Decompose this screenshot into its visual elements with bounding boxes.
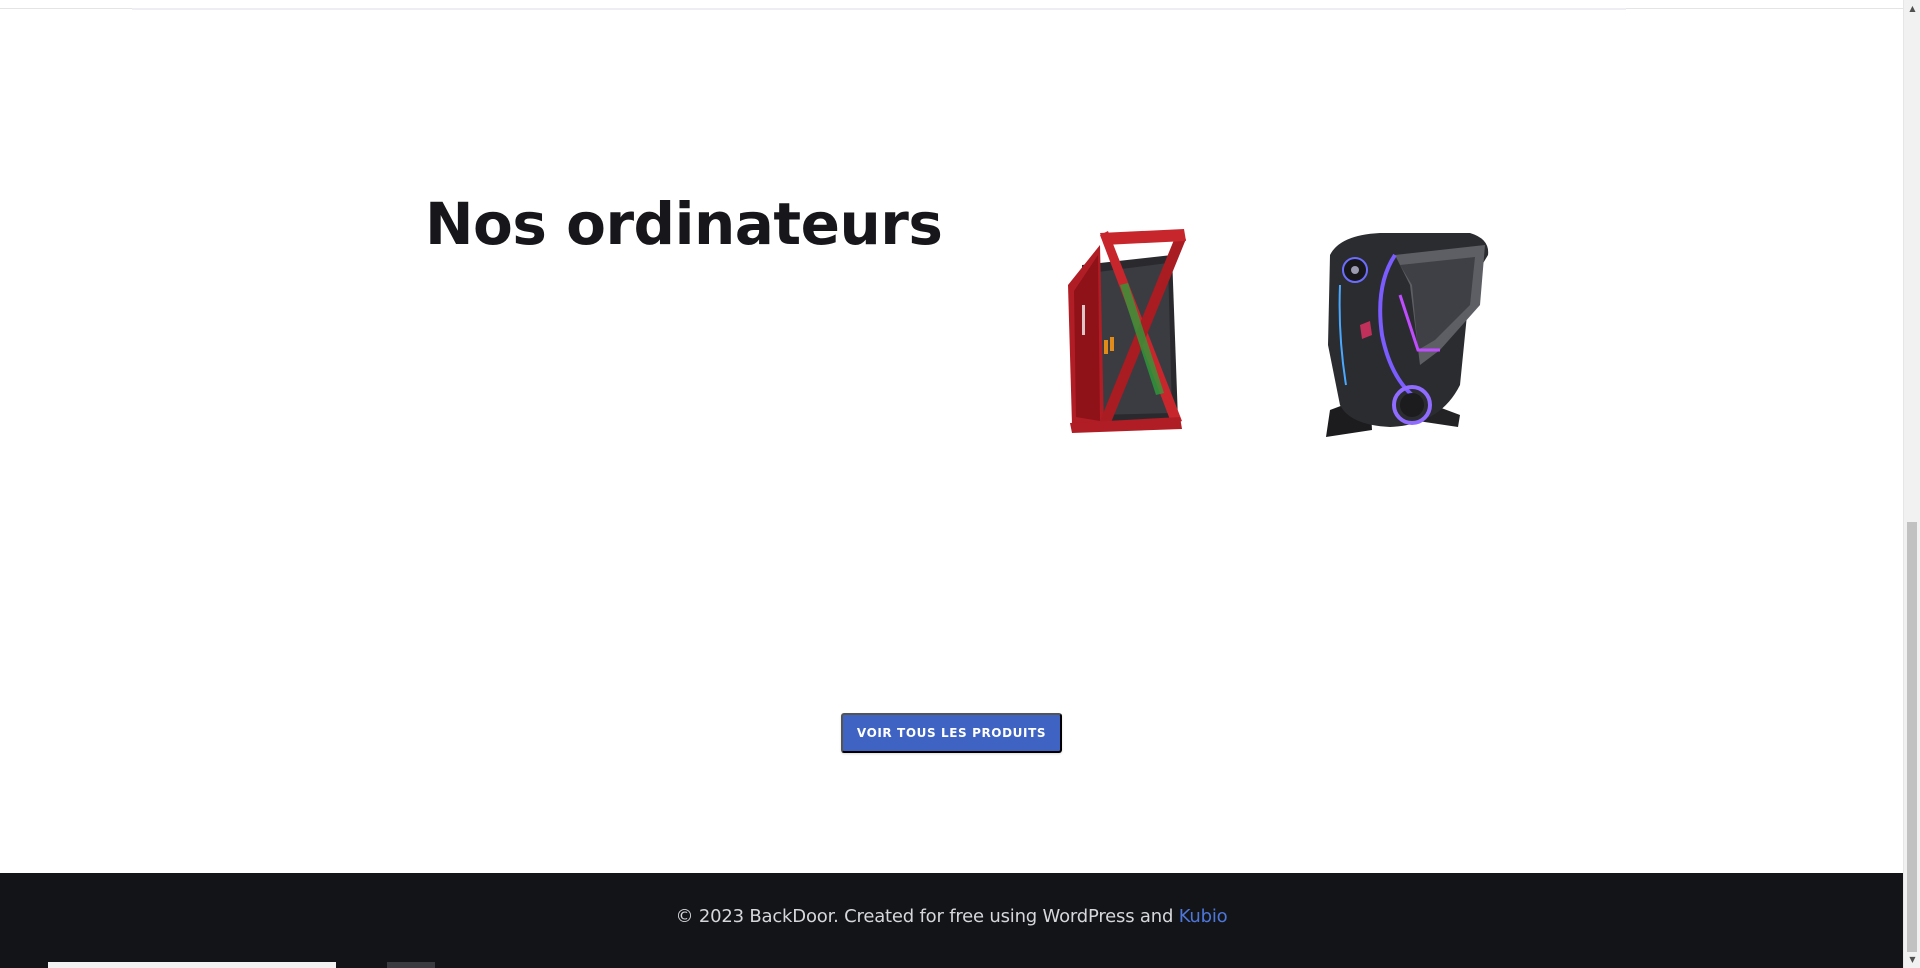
footer-copyright: © 2023 BackDoor. Created for free using …	[0, 906, 1903, 927]
red-tower-pc-image[interactable]	[1060, 225, 1200, 435]
scroll-down-icon[interactable]: ▼	[1904, 951, 1920, 968]
site-footer: © 2023 BackDoor. Created for free using …	[0, 873, 1903, 968]
bottom-overlay-bar	[48, 962, 336, 968]
black-gaming-pc-icon	[1326, 233, 1489, 437]
footer-copyright-text: © 2023 BackDoor. Created for free using …	[675, 906, 1179, 927]
bottom-overlay-tab	[387, 962, 435, 968]
view-all-products-button[interactable]: VOIR TOUS LES PRODUITS	[841, 713, 1062, 753]
header-bottom-edge	[132, 8, 1626, 10]
black-rgb-pc-image[interactable]	[1300, 225, 1500, 445]
kubio-link[interactable]: Kubio	[1179, 906, 1228, 927]
top-divider	[0, 8, 1903, 10]
red-gaming-pc-icon	[1068, 229, 1186, 433]
section-heading: Nos ordinateurs	[425, 190, 943, 258]
scrollbar-thumb[interactable]	[1907, 522, 1917, 952]
page: Nos ordinateurs VOIR TOUS LES PRODUITS ©…	[0, 0, 1903, 968]
scroll-up-icon[interactable]: ▲	[1904, 0, 1920, 17]
vertical-scrollbar[interactable]: ▲ ▼	[1903, 0, 1920, 968]
